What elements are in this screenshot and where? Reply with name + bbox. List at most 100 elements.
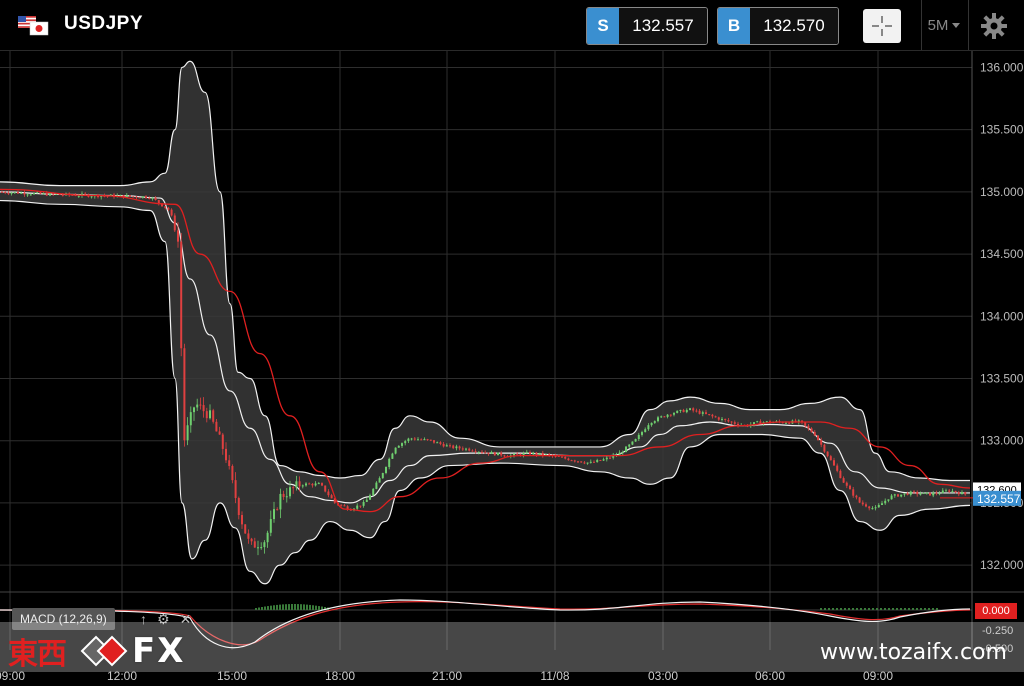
- macd-histogram-bar: [315, 605, 317, 610]
- macd-histogram-bar: [888, 608, 890, 610]
- candle-body: [487, 452, 490, 454]
- candle-body: [903, 493, 906, 495]
- candle-body: [916, 491, 919, 495]
- candle-body: [618, 452, 621, 455]
- instrument-symbol[interactable]: USDJPY: [64, 13, 143, 35]
- candle-body: [221, 434, 224, 449]
- candle-body: [852, 489, 855, 496]
- macd-histogram-bar: [876, 608, 878, 610]
- candle-body: [218, 431, 221, 435]
- candle-body: [887, 499, 890, 501]
- candle-body: [925, 492, 928, 494]
- macd-histogram-bar: [294, 604, 296, 610]
- candle-body: [257, 547, 259, 549]
- candle-body: [458, 446, 461, 449]
- candle-body: [538, 452, 541, 455]
- candle-body: [730, 421, 733, 423]
- candle-body: [260, 547, 263, 549]
- macd-histogram-bar: [912, 608, 914, 610]
- candle-body: [55, 194, 58, 196]
- candle-body: [490, 452, 493, 454]
- macd-histogram-bar: [924, 608, 926, 610]
- candle-body: [573, 460, 576, 462]
- candle-body: [381, 473, 384, 479]
- candle-body: [410, 438, 413, 440]
- candle-body: [689, 408, 691, 410]
- candle-body: [135, 196, 138, 198]
- candle-body: [228, 460, 231, 466]
- buy-price: 132.570: [750, 8, 838, 44]
- gear-icon[interactable]: [980, 12, 1008, 40]
- macd-histogram-bar: [896, 608, 898, 610]
- candle-body: [909, 491, 912, 495]
- price-chart[interactable]: 136.000 135.500 135.000 134.500 134.000 133.5…: [0, 51, 1024, 686]
- y-tick-label: 136.000: [980, 60, 1024, 74]
- candle-body: [868, 506, 871, 509]
- candle-body: [330, 495, 333, 499]
- crosshair-icon: [872, 16, 892, 36]
- candle-body: [343, 505, 346, 507]
- macd-histogram-bar: [932, 608, 934, 610]
- candle-body: [884, 500, 887, 504]
- candle-body: [449, 445, 451, 447]
- candle-body: [698, 410, 701, 414]
- candle-body: [541, 452, 544, 456]
- candle-body: [471, 450, 474, 452]
- macd-histogram-bar: [832, 608, 834, 610]
- candle-body: [673, 413, 675, 415]
- candle-body: [890, 495, 893, 500]
- candle-body: [641, 432, 643, 435]
- candle-body: [529, 452, 531, 455]
- candle-body: [311, 483, 314, 486]
- candle-body: [535, 452, 538, 455]
- candle-body: [785, 422, 787, 424]
- candle-body: [679, 409, 682, 411]
- candle-body: [583, 462, 586, 464]
- sell-button[interactable]: S 132.557: [586, 7, 708, 45]
- candle-body: [42, 193, 45, 195]
- crosshair-button[interactable]: [863, 9, 901, 43]
- candle-body: [372, 488, 375, 496]
- candle-body: [474, 451, 477, 453]
- candle-body: [721, 418, 723, 420]
- candle-body: [561, 456, 563, 458]
- candle-body: [468, 448, 471, 451]
- macd-histogram-bar: [303, 604, 305, 610]
- y-tick-label: 133.500: [980, 371, 1024, 385]
- candle-body: [391, 453, 394, 459]
- candle-body: [90, 196, 93, 198]
- macd-histogram-bar: [892, 608, 894, 610]
- candle-body: [701, 412, 704, 414]
- candle-body: [10, 192, 13, 194]
- buy-button[interactable]: B 132.570: [717, 7, 839, 45]
- candle-body: [647, 425, 650, 430]
- y-tick-label: 134.500: [980, 247, 1024, 261]
- macd-histogram-bar: [312, 605, 314, 610]
- sell-price: 132.557: [619, 8, 707, 44]
- candle-body: [567, 458, 570, 461]
- candle-body: [727, 419, 730, 422]
- macd-histogram-bar: [261, 607, 263, 610]
- macd-histogram-bar: [868, 608, 870, 610]
- macd-histogram-bar: [852, 608, 854, 610]
- candle-body: [708, 414, 711, 416]
- candle-body: [513, 453, 515, 456]
- candle-body: [436, 442, 439, 444]
- macd-histogram-bar: [872, 608, 874, 610]
- timeframe-value: 5M: [927, 16, 949, 34]
- candle-body: [442, 443, 445, 447]
- candle-body: [212, 410, 215, 422]
- candle-body: [237, 498, 240, 516]
- macd-histogram-bar: [920, 608, 922, 610]
- timeframe-select[interactable]: 5M: [921, 0, 969, 50]
- macd-histogram-bar: [282, 604, 284, 610]
- top-bar: USDJPY S 132.557 B 132.570 5M: [0, 0, 1024, 51]
- candle-body: [132, 196, 135, 198]
- macd-histogram-bar: [908, 608, 910, 610]
- candle-body: [429, 439, 432, 441]
- macd-histogram-bar: [936, 608, 938, 610]
- candle-body: [253, 541, 256, 548]
- candle-body: [666, 414, 669, 417]
- candle-body: [634, 439, 637, 442]
- candle-body: [186, 425, 189, 441]
